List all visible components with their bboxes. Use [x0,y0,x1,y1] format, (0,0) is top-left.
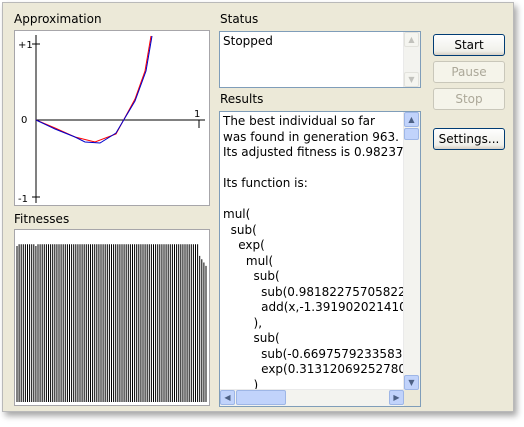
status-scroll-up-button[interactable]: ▲ [404,32,419,47]
results-line: Its function is: [223,176,308,190]
status-text: Stopped [223,34,273,48]
scroll-corner [404,390,420,406]
y-top-label: +1 [18,40,33,51]
y-bottom-label: -1 [18,194,28,205]
results-label: Results [220,92,264,106]
fitnesses-svg [16,244,207,402]
approximation-plot: +1 0 -1 1 [14,30,210,206]
x-right-label: 1 [194,109,200,120]
results-line: sub( [223,331,280,345]
status-scrollbar[interactable]: ▲ ▼ [403,32,420,87]
stop-button[interactable]: Stop [433,88,505,110]
pause-button[interactable]: Pause [433,61,505,83]
status-scroll-down-button[interactable]: ▼ [404,72,419,87]
app-window: Approximation +1 0 -1 1 Fitnesses Status… [2,2,514,412]
results-scroll-down-button[interactable]: ▼ [404,375,419,390]
results-line: sub( [223,222,257,237]
results-viewport: The best individual so far was found in g… [220,112,404,390]
fitnesses-chart [14,229,210,406]
results-line: add(x,-1.391902021410526 [261,300,404,314]
results-line: sub( [223,269,280,283]
results-line [223,192,404,208]
approximation-svg: +1 0 -1 1 [18,35,205,205]
results-line: Its adjusted fitness is 0.9823794 [223,145,404,159]
results-line: was found in generation 963. [223,129,399,144]
results-line: sub(0.9818227570582279, [261,284,404,299]
results-text: The best individual so far was found in g… [223,114,404,390]
y-zero-label: 0 [21,115,27,126]
results-line: mul( [223,253,274,268]
results-hscrollbar[interactable]: ◀ ▶ [220,389,404,406]
status-label: Status [220,12,259,26]
results-hscroll-thumb[interactable] [236,390,286,405]
results-line: exp( [223,238,265,252]
results-scroll-up-button[interactable]: ▲ [404,112,419,127]
results-line: ), [223,315,263,330]
status-textarea[interactable]: Stopped ▲ ▼ [219,31,421,88]
results-scroll-left-button[interactable]: ◀ [220,390,235,405]
results-line: sub(-0.66975792335833,x) [261,346,404,361]
results-line: The best individual so far [223,114,375,128]
start-button[interactable]: Start [433,34,505,56]
settings-button[interactable]: Settings... [433,128,505,150]
results-scroll-right-button[interactable]: ▶ [389,390,404,405]
results-vscrollbar[interactable]: ▲ ▼ [403,112,420,390]
results-line: mul( [223,207,251,221]
target-curve [35,35,152,143]
results-line: exp(0.3131206925278098 [223,362,404,376]
results-vscroll-thumb[interactable] [404,128,419,140]
results-line [223,161,404,177]
approximation-label: Approximation [14,12,102,26]
results-textarea[interactable]: The best individual so far was found in g… [219,111,421,407]
fitnesses-label: Fitnesses [14,212,70,226]
